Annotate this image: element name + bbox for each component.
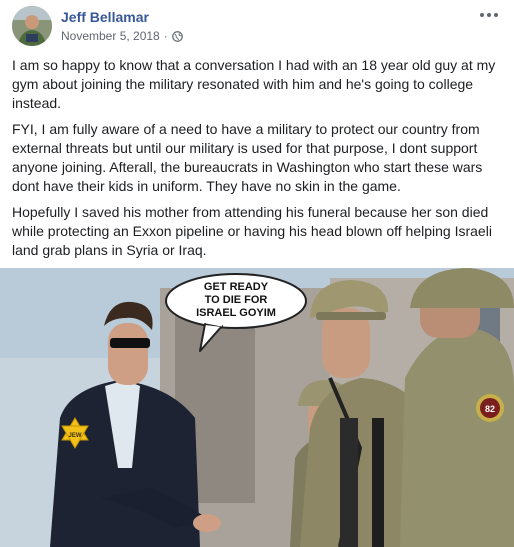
post-image[interactable]: JEW 82 GET READY TO DIE FOR ISRAEL GOYIM xyxy=(0,268,514,547)
bubble-line-2: TO DIE FOR xyxy=(205,294,268,306)
more-options-icon[interactable] xyxy=(478,10,500,20)
avatar[interactable] xyxy=(12,6,52,46)
post-meta: November 5, 2018 · xyxy=(61,29,183,43)
star-text: JEW xyxy=(68,433,81,439)
post-paragraph: I am so happy to know that a conversatio… xyxy=(12,57,496,111)
post-header: Jeff Bellamar November 5, 2018 · xyxy=(0,0,514,48)
bubble-line-3: ISRAEL GOYIM xyxy=(196,307,276,319)
globe-icon[interactable] xyxy=(171,30,183,42)
post-text: I am so happy to know that a conversatio… xyxy=(12,56,504,267)
author-name[interactable]: Jeff Bellamar xyxy=(61,9,149,25)
meta-separator: · xyxy=(163,29,168,43)
post-date[interactable]: November 5, 2018 xyxy=(61,29,160,43)
patch-text: 82 xyxy=(485,404,495,414)
post-paragraph: Hopefully I saved his mother from attend… xyxy=(12,204,492,258)
post-paragraph: FYI, I am fully aware of a need to have … xyxy=(12,121,483,194)
bubble-line-1: GET READY xyxy=(204,281,269,293)
